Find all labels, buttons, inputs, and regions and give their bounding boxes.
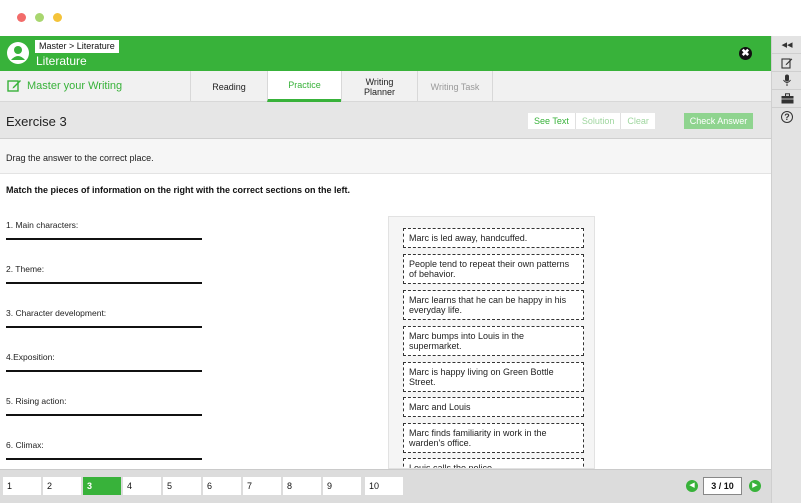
maximize-window-dot[interactable] bbox=[53, 13, 62, 22]
page-counter: 3 / 10 bbox=[703, 477, 742, 495]
instruction-bar: Drag the answer to the correct place. bbox=[0, 139, 771, 174]
tab-writing-task[interactable]: Writing Task bbox=[417, 71, 493, 102]
drop-slot[interactable]: 6. Climax: bbox=[6, 440, 202, 460]
page-button-7[interactable]: 7 bbox=[243, 477, 281, 495]
drop-line[interactable] bbox=[6, 458, 202, 460]
briefcase-icon[interactable] bbox=[772, 90, 801, 108]
instruction-text: Drag the answer to the correct place. bbox=[6, 153, 154, 163]
answer-cards-panel[interactable]: Marc is led away, handcuffed. People ten… bbox=[388, 216, 595, 469]
page-button-3[interactable]: 3 bbox=[83, 477, 121, 495]
collapse-icon[interactable]: ◂◂ bbox=[772, 36, 801, 54]
help-icon[interactable]: ? bbox=[772, 108, 801, 126]
help-glyph: ? bbox=[781, 111, 793, 123]
tab-practice[interactable]: Practice bbox=[267, 71, 341, 102]
draggable-card[interactable]: People tend to repeat their own patterns… bbox=[403, 254, 584, 284]
clear-button[interactable]: Clear bbox=[621, 113, 655, 129]
master-your-writing-link[interactable]: Master your Writing bbox=[7, 79, 122, 92]
drop-slot[interactable]: 1. Main characters: bbox=[6, 220, 202, 240]
draggable-card[interactable]: Marc is led away, handcuffed. bbox=[403, 228, 584, 248]
window-titlebar bbox=[0, 0, 801, 36]
draggable-card[interactable]: Louis calls the police. bbox=[403, 458, 584, 468]
tools-sidebar: ◂◂ ? bbox=[771, 36, 801, 503]
tab-reading[interactable]: Reading bbox=[190, 71, 267, 102]
slot-label: 5. Rising action: bbox=[6, 396, 67, 406]
prev-page-icon[interactable]: ◀ bbox=[686, 480, 698, 492]
slot-label: 4.Exposition: bbox=[6, 352, 55, 362]
drop-line[interactable] bbox=[6, 238, 202, 240]
slot-label: 2. Theme: bbox=[6, 264, 45, 274]
page-button-1[interactable]: 1 bbox=[3, 477, 41, 495]
minimize-window-dot[interactable] bbox=[35, 13, 44, 22]
draggable-card[interactable]: Marc learns that he can be happy in his … bbox=[403, 290, 584, 320]
page-button-10[interactable]: 10 bbox=[365, 477, 403, 495]
see-text-button[interactable]: See Text bbox=[528, 113, 576, 129]
page-button-8[interactable]: 8 bbox=[283, 477, 321, 495]
page-button-9[interactable]: 9 bbox=[323, 477, 361, 495]
drop-slot[interactable]: 3. Character development: bbox=[6, 308, 202, 328]
page-button-4[interactable]: 4 bbox=[123, 477, 161, 495]
slot-label: 1. Main characters: bbox=[6, 220, 79, 230]
check-answer-button[interactable]: Check Answer bbox=[684, 113, 753, 129]
exercise-toolbar: Exercise 3 See Text Solution Clear Check… bbox=[0, 102, 771, 139]
close-window-dot[interactable] bbox=[17, 13, 26, 22]
exercise-action-group: See Text Solution Clear bbox=[528, 113, 655, 129]
drop-line[interactable] bbox=[6, 370, 202, 372]
draggable-card[interactable]: Marc is happy living on Green Bottle Str… bbox=[403, 362, 584, 392]
tab-writing-planner[interactable]: Writing Planner bbox=[341, 71, 417, 102]
page-title: Literature bbox=[36, 54, 87, 68]
draggable-card[interactable]: Marc finds familiarity in work in the wa… bbox=[403, 423, 584, 453]
slot-label: 6. Climax: bbox=[6, 440, 44, 450]
master-your-writing-label: Master your Writing bbox=[27, 79, 123, 92]
drop-line[interactable] bbox=[6, 282, 202, 284]
exercise-title: Exercise 3 bbox=[6, 114, 67, 129]
drop-line[interactable] bbox=[6, 414, 202, 416]
question-text: Match the pieces of information on the r… bbox=[6, 185, 351, 195]
microphone-icon[interactable] bbox=[772, 72, 801, 90]
page-button-5[interactable]: 5 bbox=[163, 477, 201, 495]
drop-slot[interactable]: 5. Rising action: bbox=[6, 396, 202, 416]
draggable-card[interactable]: Marc and Louis bbox=[403, 397, 584, 417]
page-button-2[interactable]: 2 bbox=[43, 477, 81, 495]
pagination-footer: 1 2 3 4 5 6 7 8 9 10 ◀ 3 / 10 ▶ bbox=[0, 469, 771, 503]
app-header: Master > Literature Literature ✖ bbox=[0, 36, 771, 71]
drop-slot[interactable]: 4.Exposition: bbox=[6, 352, 202, 372]
notes-edit-icon[interactable] bbox=[772, 54, 801, 72]
drop-line[interactable] bbox=[6, 326, 202, 328]
next-page-icon[interactable]: ▶ bbox=[749, 480, 761, 492]
breadcrumb[interactable]: Master > Literature bbox=[35, 40, 119, 53]
solution-button[interactable]: Solution bbox=[576, 113, 622, 129]
section-tabs-row: Master your Writing Reading Practice Wri… bbox=[0, 71, 771, 102]
page-button-6[interactable]: 6 bbox=[203, 477, 241, 495]
slot-label: 3. Character development: bbox=[6, 308, 107, 318]
app-content: Master > Literature Literature ✖ Master … bbox=[0, 36, 771, 503]
pencil-note-icon bbox=[7, 80, 21, 92]
close-icon[interactable]: ✖ bbox=[739, 47, 752, 60]
drop-slot[interactable]: 2. Theme: bbox=[6, 264, 202, 284]
draggable-card[interactable]: Marc bumps into Louis in the supermarket… bbox=[403, 326, 584, 356]
user-avatar-icon[interactable] bbox=[7, 42, 29, 64]
